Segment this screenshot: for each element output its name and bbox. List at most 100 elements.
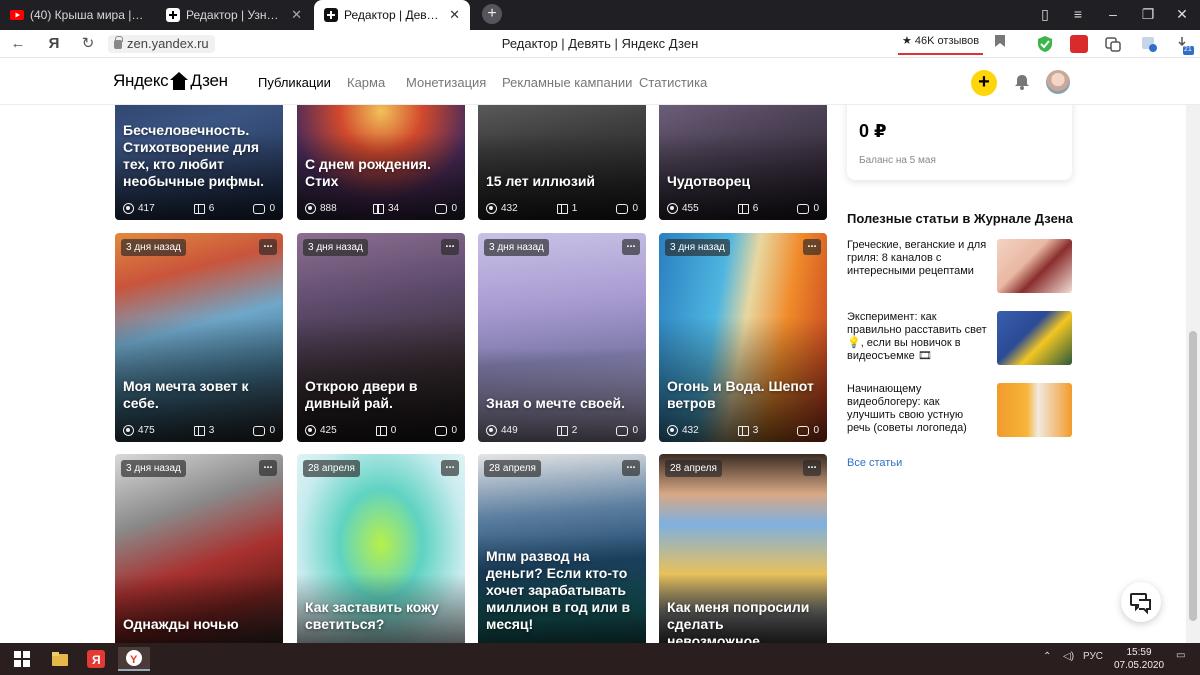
more-options-icon[interactable]: ... xyxy=(622,460,640,476)
reads-icon xyxy=(193,203,205,214)
dzen-logo[interactable]: Яндекс Дзен xyxy=(113,71,228,91)
dzen-editor-icon xyxy=(324,8,338,22)
reads-icon xyxy=(556,425,568,436)
tab-title: (40) Крыша мира | Сезон xyxy=(30,8,145,22)
balance-date: Баланс на 5 мая xyxy=(859,155,936,166)
chat-icon xyxy=(1130,593,1151,615)
restore-icon[interactable]: ❐ xyxy=(1138,4,1158,24)
bookmarks-panel-icon[interactable]: ▯ xyxy=(1035,4,1055,24)
more-options-icon[interactable]: ... xyxy=(441,239,459,255)
language-indicator[interactable]: РУС xyxy=(1083,651,1103,662)
views-icon xyxy=(486,425,497,436)
nav-statistics[interactable]: Статистика xyxy=(639,75,707,90)
bookmark-icon[interactable] xyxy=(990,34,1010,54)
tab-youtube[interactable]: (40) Крыша мира | Сезон xyxy=(0,0,155,30)
publication-card[interactable]: 3 дня назад ... Зная о мечте своей. 449 … xyxy=(478,233,646,442)
chat-support-button[interactable] xyxy=(1121,582,1161,622)
close-tab-icon[interactable]: ✕ xyxy=(449,7,460,23)
file-explorer-icon[interactable] xyxy=(46,647,74,671)
nav-publications[interactable]: Публикации xyxy=(258,75,331,90)
publication-card[interactable]: 3 дня назад ... Огонь и Вода. Шепот ветр… xyxy=(659,233,827,442)
svg-text:Y: Y xyxy=(130,654,138,666)
reads-count: 3 xyxy=(752,425,759,436)
all-articles-link[interactable]: Все статьи xyxy=(847,457,902,469)
date-badge: 3 дня назад xyxy=(665,239,730,256)
more-options-icon[interactable]: ... xyxy=(441,460,459,476)
publication-card[interactable]: 28 апреля ... Мпм развод на деньги? Если… xyxy=(478,454,646,643)
publication-card[interactable]: Чудотворец 455 6 0 xyxy=(659,105,827,220)
close-window-icon[interactable]: ✕ xyxy=(1172,4,1192,24)
tab-editor-1[interactable]: Редактор | Узнаете себя? ✕ xyxy=(156,0,312,30)
card-stats: 432 1 0 xyxy=(486,203,638,214)
shield-icon[interactable] xyxy=(1036,35,1054,53)
extension-icon[interactable] xyxy=(1140,35,1158,53)
volume-icon[interactable]: ◁) xyxy=(1063,651,1074,662)
more-options-icon[interactable]: ... xyxy=(803,239,821,255)
publication-card[interactable]: 28 апреля ... Как заставить кожу светить… xyxy=(297,454,465,643)
views-icon xyxy=(667,425,678,436)
pdf-extension-icon[interactable] xyxy=(1070,35,1088,53)
reads-count: 3 xyxy=(208,425,215,436)
youtube-icon xyxy=(10,8,24,22)
article-thumbnail xyxy=(997,383,1072,437)
publication-card[interactable]: С днем рождения. Стих 888 34 0 xyxy=(297,105,465,220)
windows-start-icon[interactable] xyxy=(8,647,36,671)
more-options-icon[interactable]: ... xyxy=(259,239,277,255)
comments-count: 0 xyxy=(813,425,819,436)
reviews-badge[interactable]: ★ 46K отзывов xyxy=(898,33,984,55)
publication-card[interactable]: 15 лет иллюзий 432 1 0 xyxy=(478,105,646,220)
reads-icon xyxy=(373,203,384,214)
views-count: 455 xyxy=(682,203,699,214)
yandex-browser-icon[interactable]: Y xyxy=(118,647,150,671)
new-tab-button[interactable]: + xyxy=(482,4,502,24)
system-clock[interactable]: 15:59 07.05.2020 xyxy=(1112,646,1166,672)
comments-icon xyxy=(435,203,448,214)
views-count: 475 xyxy=(138,425,155,436)
nav-karma[interactable]: Карма xyxy=(347,75,385,90)
reads-count: 34 xyxy=(388,203,400,214)
scrollbar-thumb[interactable] xyxy=(1189,331,1197,621)
more-options-icon[interactable]: ... xyxy=(622,239,640,255)
publication-card[interactable]: 3 дня назад ... Открою двери в дивный ра… xyxy=(297,233,465,442)
yandex-app-icon[interactable]: Я xyxy=(82,647,110,671)
tab-editor-active[interactable]: Редактор | Девять | Янд ✕ xyxy=(314,0,470,30)
create-publication-button[interactable]: + xyxy=(971,70,997,96)
comments-count: 0 xyxy=(451,425,457,436)
article-title: Начинающему видеоблогеру: как улучшить с… xyxy=(847,383,967,434)
card-title: С днем рождения. Стих xyxy=(305,156,431,189)
more-options-icon[interactable]: ... xyxy=(259,460,277,476)
comments-icon xyxy=(797,425,810,436)
publication-card[interactable]: 28 апреля ... Как меня попросили сделать… xyxy=(659,454,827,643)
translate-icon[interactable] xyxy=(1104,35,1122,53)
publication-card[interactable]: 3 дня назад ... Моя мечта зовет к себе. … xyxy=(115,233,283,442)
balance-card[interactable]: 0 ₽ Баланс на 5 мая xyxy=(847,105,1072,180)
minimize-icon[interactable]: – xyxy=(1103,4,1123,24)
comments-count: 0 xyxy=(632,425,638,436)
reads-count: 6 xyxy=(752,203,759,214)
nav-monetization[interactable]: Монетизация xyxy=(406,75,486,90)
publication-card[interactable]: 3 дня назад ... Однажды ночью xyxy=(115,454,283,643)
downloads-icon[interactable]: 21 xyxy=(1174,35,1194,55)
card-stats: 417 6 0 xyxy=(123,203,275,214)
nav-ad-campaigns[interactable]: Рекламные кампании xyxy=(502,75,632,90)
publication-card[interactable]: Бесчеловечность. Стихотворение для тех, … xyxy=(115,105,283,220)
date-badge: 3 дня назад xyxy=(303,239,368,256)
views-count: 432 xyxy=(682,425,699,436)
close-tab-icon[interactable]: ✕ xyxy=(291,7,302,23)
journal-article[interactable]: Греческие, веганские и для гриля: 8 кана… xyxy=(847,239,1072,293)
avatar[interactable] xyxy=(1046,70,1070,94)
reads-count: 1 xyxy=(571,203,578,214)
menu-icon[interactable]: ≡ xyxy=(1068,4,1088,24)
views-icon xyxy=(305,203,316,214)
comments-icon xyxy=(616,203,629,214)
views-icon xyxy=(667,203,678,214)
bell-icon[interactable] xyxy=(1014,74,1030,90)
date-badge: 3 дня назад xyxy=(121,460,186,477)
journal-article[interactable]: Эксперимент: как правильно расставить св… xyxy=(847,311,1072,365)
notifications-icon[interactable]: ▭ xyxy=(1176,650,1185,661)
more-options-icon[interactable]: ... xyxy=(803,460,821,476)
reads-icon xyxy=(375,425,387,436)
tray-chevron-icon[interactable]: ⌃ xyxy=(1043,651,1051,662)
journal-article[interactable]: Начинающему видеоблогеру: как улучшить с… xyxy=(847,383,1072,437)
page-scrollbar[interactable] xyxy=(1186,59,1200,643)
